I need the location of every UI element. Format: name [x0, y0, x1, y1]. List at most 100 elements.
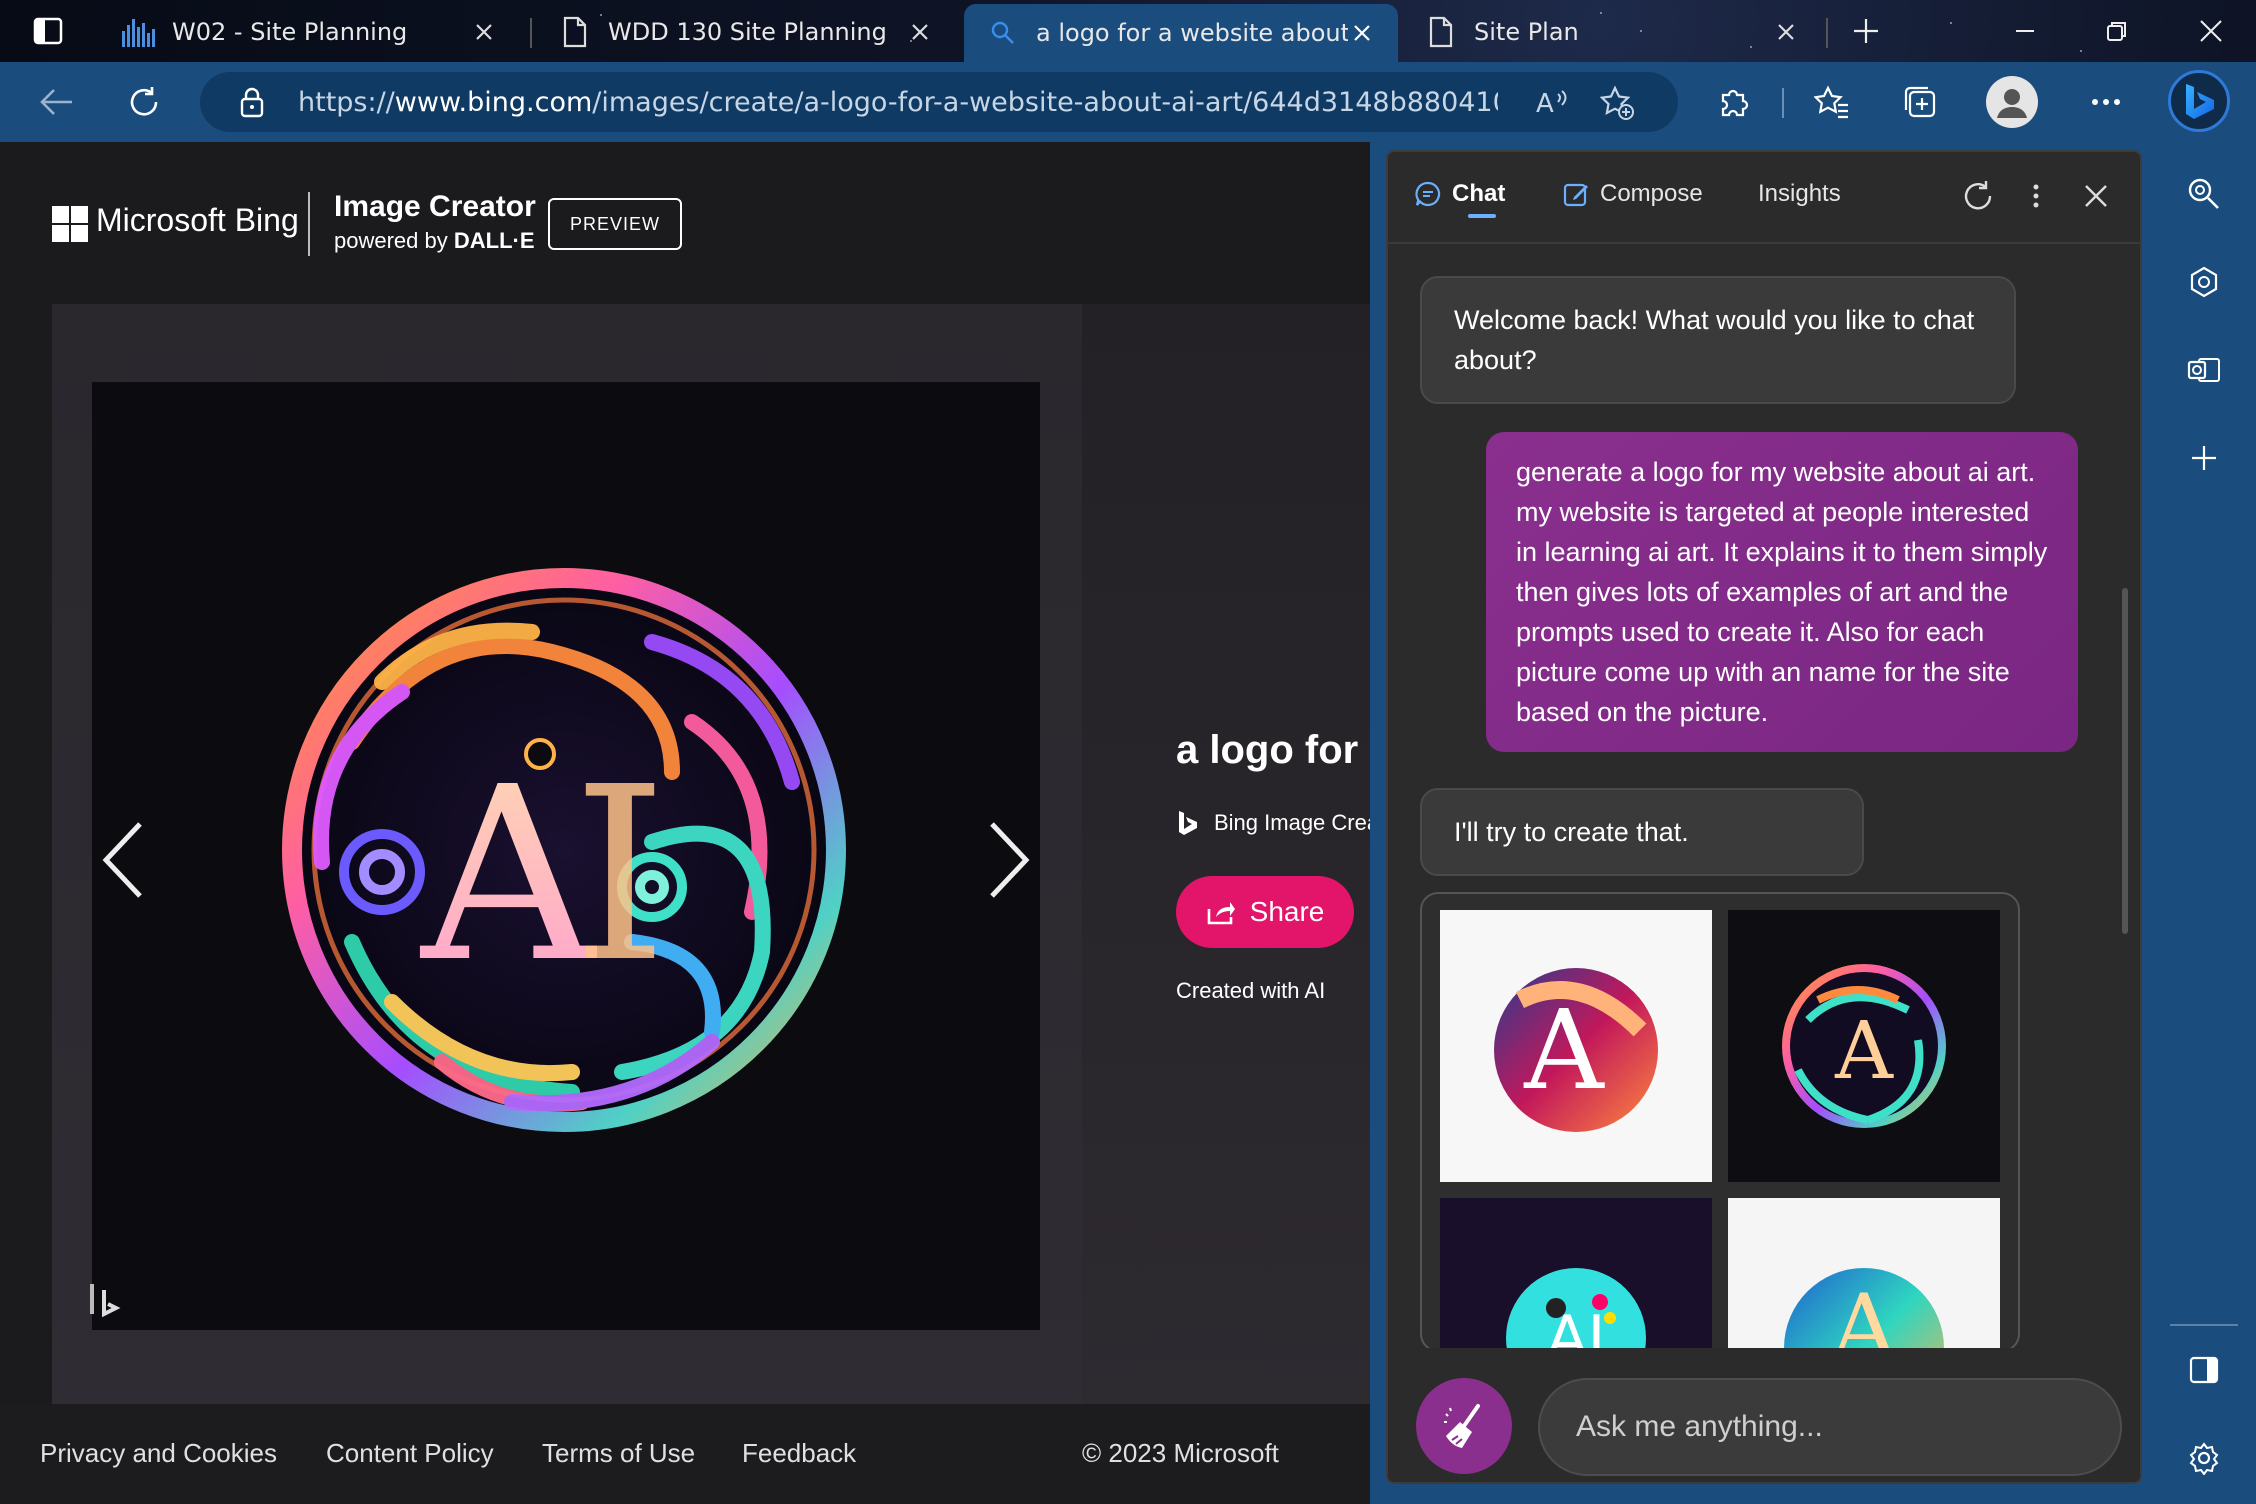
- tab-title: a logo for a website about ai: [1036, 19, 1348, 47]
- close-icon[interactable]: [906, 18, 934, 46]
- toolbar-separator: [1782, 88, 1784, 118]
- discover-sidebar-button[interactable]: [2178, 256, 2230, 308]
- brand-name[interactable]: Microsoft Bing: [96, 202, 299, 239]
- image-details-panel: [1082, 304, 1370, 1404]
- document-icon: [1424, 15, 1458, 49]
- search-sidebar-button[interactable]: [2178, 168, 2230, 220]
- tab-title: Site Plan: [1474, 18, 1579, 46]
- edge-sidebar-rail: [2152, 142, 2256, 1504]
- puzzle-icon: [1721, 89, 1749, 117]
- main-generated-image[interactable]: A I: [92, 382, 1040, 1330]
- bing-chat-button[interactable]: [2168, 70, 2230, 132]
- tab-insights[interactable]: Insights: [1758, 180, 1841, 208]
- search-icon: [986, 16, 1020, 50]
- plus-icon: [2192, 446, 2216, 470]
- close-icon[interactable]: [1348, 19, 1376, 47]
- tab-bing-image-creator[interactable]: a logo for a website about ai: [964, 4, 1398, 62]
- collections-button[interactable]: [1892, 74, 1948, 130]
- profile-avatar[interactable]: [1986, 76, 2038, 128]
- chat-more-button[interactable]: [2014, 174, 2058, 218]
- extensions-button[interactable]: [1706, 74, 1762, 130]
- discover-icon: [2190, 266, 2218, 298]
- url-host: www.bing.com: [394, 86, 593, 118]
- bing-b-icon: [1179, 811, 1197, 835]
- refresh-button[interactable]: [116, 74, 172, 130]
- share-icon: [1207, 902, 1235, 925]
- chat-input-field[interactable]: Ask me anything...: [1538, 1378, 2122, 1476]
- url-prefix: https://: [298, 86, 395, 118]
- document-icon: [558, 15, 592, 49]
- add-sidebar-app-button[interactable]: [2178, 432, 2230, 484]
- tab-site-plan[interactable]: Site Plan: [1402, 6, 1822, 58]
- chat-scrollbar[interactable]: [2122, 588, 2128, 934]
- favorites-button[interactable]: [1804, 74, 1860, 130]
- previous-image-button[interactable]: [92, 810, 152, 910]
- next-image-button[interactable]: [980, 810, 1040, 910]
- back-arrow-icon: [40, 89, 72, 115]
- outlook-icon: [2187, 358, 2220, 382]
- bing-logo-icon: [2186, 84, 2214, 119]
- tab-insights-label: Insights: [1758, 180, 1841, 207]
- tab-strip: W02 - Site Planning WDD 130 Site Plannin…: [0, 0, 2256, 62]
- tab-wdd-130-site-planning[interactable]: WDD 130 Site Planning: [536, 6, 956, 58]
- sidebar-settings-button[interactable]: [2178, 1432, 2230, 1484]
- tab-chat[interactable]: Chat: [1414, 180, 1505, 208]
- page-footer: Privacy and Cookies Content Policy Terms…: [0, 1404, 1370, 1504]
- broom-icon: [1444, 1404, 1480, 1448]
- image-title: a logo for a: [1176, 728, 1370, 772]
- privacy-link[interactable]: Privacy and Cookies: [40, 1438, 277, 1469]
- minimize-button[interactable]: [1980, 0, 2070, 62]
- product-title[interactable]: Image Creator: [334, 190, 536, 224]
- close-window-button[interactable]: [2166, 0, 2256, 62]
- back-button[interactable]: [28, 74, 84, 130]
- read-aloud-icon[interactable]: A: [1534, 84, 1572, 122]
- powered-by-prefix: powered by: [334, 228, 454, 253]
- url-text[interactable]: https://www.bing.com/images/create/a-log…: [298, 87, 1498, 118]
- bing-watermark-icon: [90, 1280, 130, 1320]
- close-icon[interactable]: [470, 18, 498, 46]
- tab-w02-site-planning[interactable]: W02 - Site Planning: [100, 6, 520, 58]
- bar-chart-icon: [122, 15, 156, 49]
- lock-icon[interactable]: [234, 84, 270, 120]
- chat-header: Chat Compose Insights: [1388, 152, 2140, 244]
- tab-title: W02 - Site Planning: [172, 18, 408, 46]
- compose-icon: [1563, 183, 1588, 207]
- chevron-right-icon: [990, 822, 1030, 898]
- refresh-icon: [1964, 181, 1992, 210]
- generated-image-thumbnail[interactable]: A: [1728, 910, 2000, 1182]
- settings-more-button[interactable]: [2078, 74, 2134, 130]
- active-tab-indicator: [1468, 214, 1496, 218]
- minimize-icon: [2016, 30, 2034, 32]
- new-topic-broom-button[interactable]: [1416, 1378, 1512, 1474]
- thumb-letter: A: [1831, 1275, 1898, 1352]
- thumb-letter: A: [1523, 986, 1605, 1114]
- more-horizontal-icon: [2092, 99, 2120, 105]
- thumb-letter: A: [1834, 1004, 1894, 1097]
- generated-image-thumbnail[interactable]: A: [1728, 1198, 2000, 1352]
- generated-image-thumbnail[interactable]: AI: [1440, 1198, 1712, 1350]
- tab-actions-button[interactable]: [0, 0, 96, 62]
- plus-icon: [1854, 19, 1878, 43]
- user-message: generate a logo for my website about ai …: [1486, 432, 2078, 752]
- close-icon[interactable]: [1772, 18, 1800, 46]
- share-button[interactable]: Share: [1176, 876, 1354, 948]
- address-bar[interactable]: https://www.bing.com/images/create/a-log…: [200, 72, 1678, 132]
- favorites-icon: [1814, 85, 1848, 119]
- new-tab-button[interactable]: [1822, 0, 1910, 62]
- add-favorite-icon[interactable]: [1598, 84, 1636, 122]
- refresh-icon: [130, 87, 158, 116]
- new-topic-button[interactable]: [1956, 174, 2000, 218]
- tab-title: WDD 130 Site Planning: [608, 18, 887, 46]
- feedback-link[interactable]: Feedback: [742, 1438, 856, 1469]
- hide-sidebar-button[interactable]: [2178, 1344, 2230, 1396]
- microsoft-logo-icon[interactable]: [52, 206, 88, 242]
- tab-compose[interactable]: Compose: [1562, 180, 1703, 208]
- rail-divider: [2170, 1324, 2238, 1326]
- restore-button[interactable]: [2072, 0, 2162, 62]
- terms-link[interactable]: Terms of Use: [542, 1438, 695, 1469]
- generated-image-thumbnail[interactable]: A: [1440, 910, 1712, 1182]
- content-policy-link[interactable]: Content Policy: [326, 1438, 494, 1469]
- outlook-sidebar-button[interactable]: [2178, 344, 2230, 396]
- close-chat-button[interactable]: [2074, 174, 2118, 218]
- preview-badge: PREVIEW: [548, 198, 682, 250]
